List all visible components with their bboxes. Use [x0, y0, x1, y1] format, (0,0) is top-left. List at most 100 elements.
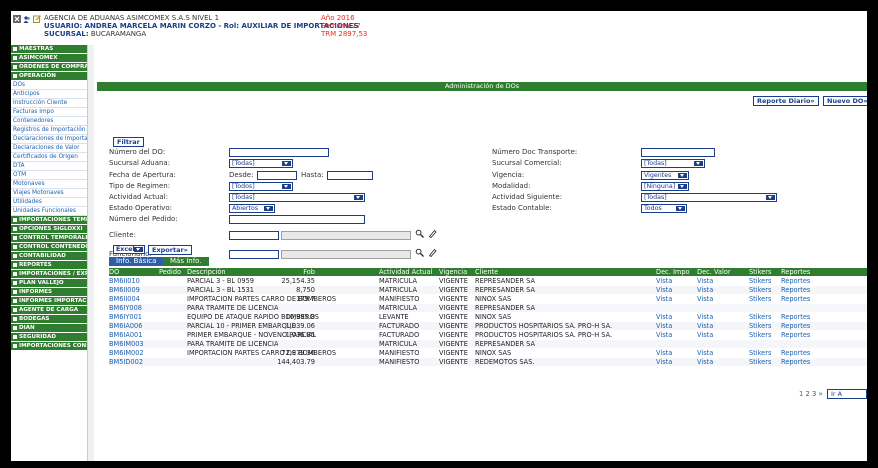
cell-col-9[interactable]: Stikers [749, 331, 771, 340]
desde-input[interactable] [257, 171, 297, 180]
cell-col-9[interactable]: Stikers [749, 322, 771, 331]
sidebar-item-14[interactable]: OTM [11, 171, 87, 180]
cell-col-8[interactable]: Vista [697, 358, 713, 367]
tipo-regimen-select[interactable]: [Todos] [229, 182, 293, 191]
cell-col-10[interactable]: Reportes [781, 313, 810, 322]
actividad-siguiente-select[interactable]: [Todas] [641, 193, 777, 202]
cell-col-9[interactable]: Stikers [749, 295, 771, 304]
sidebar-item-5[interactable]: Anticipos [11, 90, 87, 99]
sidebar-item-10[interactable]: Declaraciones de Importación [11, 135, 87, 144]
cell-col-0[interactable]: BM6IY008 [109, 304, 142, 313]
vigencia-select[interactable]: Vigentes [641, 171, 689, 180]
sidebar-group-22[interactable]: CONTROL CONTENEDORES [11, 243, 87, 252]
sidebar-item-12[interactable]: Certificados de Origen [11, 153, 87, 162]
cell-col-9[interactable]: Stikers [749, 313, 771, 322]
cell-col-8[interactable]: Vista [697, 331, 713, 340]
users-icon[interactable] [23, 15, 31, 23]
sidebar-group-23[interactable]: CONTABILIDAD [11, 252, 87, 261]
sidebar-item-11[interactable]: Declaraciones de Valor [11, 144, 87, 153]
sidebar-group-30[interactable]: BODEGAS [11, 315, 87, 324]
eraser-icon[interactable] [428, 229, 437, 238]
page-current[interactable]: 1 [799, 390, 803, 398]
sidebar-item-16[interactable]: Viajes Motonaves [11, 189, 87, 198]
sidebar-group-19[interactable]: IMPORTACIONES TEMPORALES [11, 216, 87, 225]
sidebar-group-1[interactable]: ASIMCOMEX [11, 54, 87, 63]
cell-col-10[interactable]: Reportes [781, 277, 810, 286]
sidebar-group-32[interactable]: SEGURIDAD [11, 333, 87, 342]
sidebar-group-0[interactable]: MAESTRAS [11, 45, 87, 54]
sidebar-group-25[interactable]: IMPORTACIONES / EXPORTACIONES [11, 270, 87, 279]
cell-col-10[interactable]: Reportes [781, 295, 810, 304]
hasta-input[interactable] [327, 171, 373, 180]
sucursal-aduana-select[interactable]: [Todas] [229, 159, 293, 168]
sidebar-item-7[interactable]: Facturas Impo [11, 108, 87, 117]
estado-operativo-select[interactable]: Abiertos [229, 204, 275, 213]
cell-col-0[interactable]: BM6IA006 [109, 322, 142, 331]
cell-col-10[interactable]: Reportes [781, 322, 810, 331]
numero-pedido-input[interactable] [229, 215, 365, 224]
cell-col-0[interactable]: BM6II010 [109, 277, 140, 286]
nuevo-do-button[interactable]: Nuevo DO» [823, 96, 867, 106]
export-format-select[interactable]: Excel [113, 245, 145, 254]
numero-doc-transporte-input[interactable] [641, 148, 715, 157]
cell-col-10[interactable]: Reportes [781, 331, 810, 340]
cell-col-7[interactable]: Vista [656, 322, 672, 331]
cell-col-0[interactable]: BM6IY001 [109, 313, 142, 322]
cell-col-8[interactable]: Vista [697, 277, 713, 286]
cell-col-8[interactable]: Vista [697, 313, 713, 322]
modalidad-select[interactable]: [Ninguna] [641, 182, 689, 191]
edit-icon[interactable] [33, 15, 41, 23]
cell-col-7[interactable]: Vista [656, 349, 672, 358]
funcionario-code-input[interactable] [229, 250, 279, 259]
sidebar-item-9[interactable]: Registros de Importación [11, 126, 87, 135]
go-to-page-button[interactable]: Ir A [827, 389, 867, 399]
exportar-button[interactable]: Exportar» [148, 245, 192, 255]
cell-col-7[interactable]: Vista [656, 313, 672, 322]
sucursal-comercial-select[interactable]: [Todas] [641, 159, 705, 168]
sidebar-item-4[interactable]: DOs [11, 81, 87, 90]
close-icon[interactable] [13, 15, 21, 23]
cell-col-8[interactable]: Vista [697, 349, 713, 358]
cell-col-0[interactable]: BM6IM002 [109, 349, 144, 358]
cell-col-0[interactable]: BM6II009 [109, 286, 140, 295]
tab-info-basica[interactable]: Info. Básica [109, 257, 164, 266]
cell-col-9[interactable]: Stikers [749, 277, 771, 286]
cell-col-10[interactable]: Reportes [781, 286, 810, 295]
numero-do-input[interactable] [229, 148, 329, 157]
sidebar-item-6[interactable]: Instrucción Cliente [11, 99, 87, 108]
sidebar-item-17[interactable]: Utilidades [11, 198, 87, 207]
cell-col-8[interactable]: Vista [697, 286, 713, 295]
cell-col-9[interactable]: Stikers [749, 286, 771, 295]
estado-contable-select[interactable]: Todos [641, 204, 687, 213]
sidebar-scrollbar[interactable] [87, 45, 94, 461]
cell-col-7[interactable]: Vista [656, 277, 672, 286]
search-icon[interactable] [415, 248, 424, 257]
cell-col-8[interactable]: Vista [697, 295, 713, 304]
cell-col-10[interactable]: Reportes [781, 349, 810, 358]
filtrar-button[interactable]: Filtrar [113, 137, 144, 147]
search-icon[interactable] [415, 229, 424, 238]
cell-col-9[interactable]: Stikers [749, 349, 771, 358]
cell-col-7[interactable]: Vista [656, 295, 672, 304]
cell-col-0[interactable]: BM5ID002 [109, 358, 143, 367]
eraser-icon[interactable] [428, 248, 437, 257]
sidebar-item-15[interactable]: Motonaves [11, 180, 87, 189]
cliente-code-input[interactable] [229, 231, 279, 240]
sidebar-group-27[interactable]: INFORMES [11, 288, 87, 297]
cell-col-0[interactable]: BM6II004 [109, 295, 140, 304]
cell-col-7[interactable]: Vista [656, 358, 672, 367]
sidebar-item-8[interactable]: Contenedores [11, 117, 87, 126]
sidebar-group-33[interactable]: IMPORTACIONES CONSOLIDADO [11, 342, 87, 351]
cell-col-7[interactable]: Vista [656, 286, 672, 295]
sidebar-group-3[interactable]: OPERACIÓN [11, 72, 87, 81]
page-links[interactable]: 2 3 » [806, 390, 823, 398]
cell-col-9[interactable]: Stikers [749, 358, 771, 367]
cell-col-10[interactable]: Reportes [781, 358, 810, 367]
sidebar-group-31[interactable]: DIAN [11, 324, 87, 333]
sidebar-group-29[interactable]: AGENTE DE CARGA [11, 306, 87, 315]
sidebar-group-28[interactable]: INFORMES IMPORTACIONES [11, 297, 87, 306]
reporte-diario-button[interactable]: Reporte Diario» [753, 96, 819, 106]
sidebar-item-13[interactable]: DTA [11, 162, 87, 171]
sidebar-item-18[interactable]: Unidades Funcionales [11, 207, 87, 216]
sidebar-group-21[interactable]: CONTROL TEMPORALES [11, 234, 87, 243]
